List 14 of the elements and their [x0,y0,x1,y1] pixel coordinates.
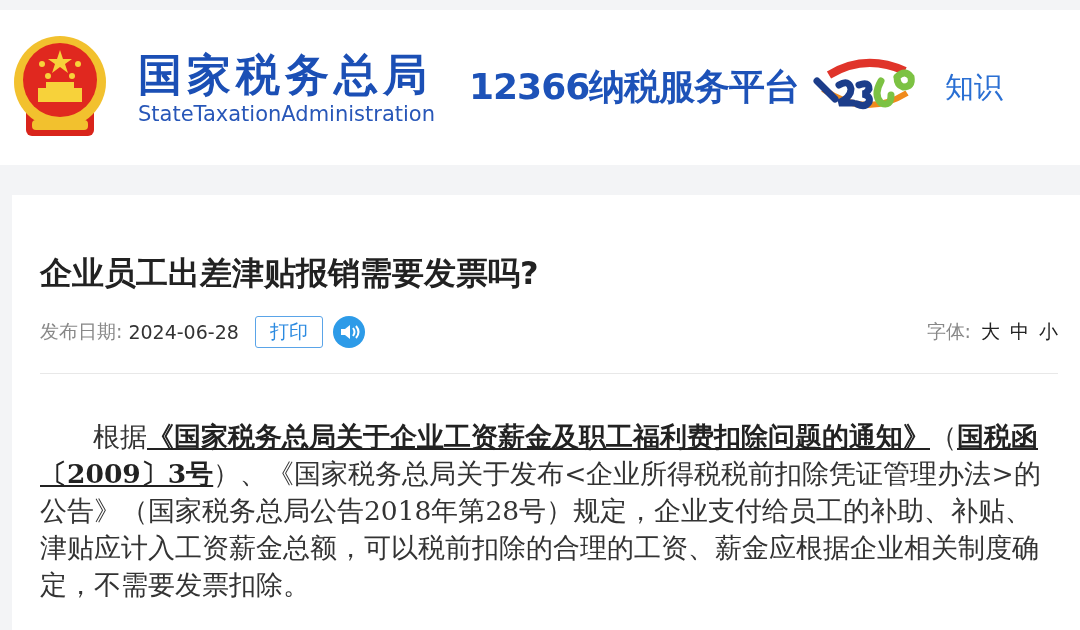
font-size-option[interactable]: 大 [981,320,1000,342]
agency-english-name: StateTaxationAdministration [138,100,435,127]
nav-link[interactable]: 知识 [945,67,1004,108]
platform-name: 12366纳税服务平台 [469,65,800,109]
font-size-option[interactable]: 中 [1010,320,1029,342]
font-size-option[interactable]: 小 [1039,320,1058,342]
date-label: 发布日期: [40,319,123,344]
publish-date: 2024-06-28 [128,321,239,343]
font-size-label: 字体: [926,319,971,344]
agency-name: 国家税务总局 [138,48,433,101]
article-paragraph: 根据《国家税务总局关于企业工资薪金及职工福利费扣除问题的通知》（国税函〔2009〕3号）、《国家税务总局关于发布<企业所得税税前扣除凭证管理办法>的公告》（国家税务总局公告2018年第28号）规定，企业支付给员工的补助、补贴、津贴应计入工资薪金总额，可以税前扣除的合理的工资、薪金应根据企业相关制度确定，不需要发票扣除。 [40,420,1042,602]
print-button[interactable]: 打印 [254,316,323,348]
speaker-icon[interactable] [332,316,365,348]
article-title: 企业员工出差津贴报销需要发票吗? [40,253,540,293]
